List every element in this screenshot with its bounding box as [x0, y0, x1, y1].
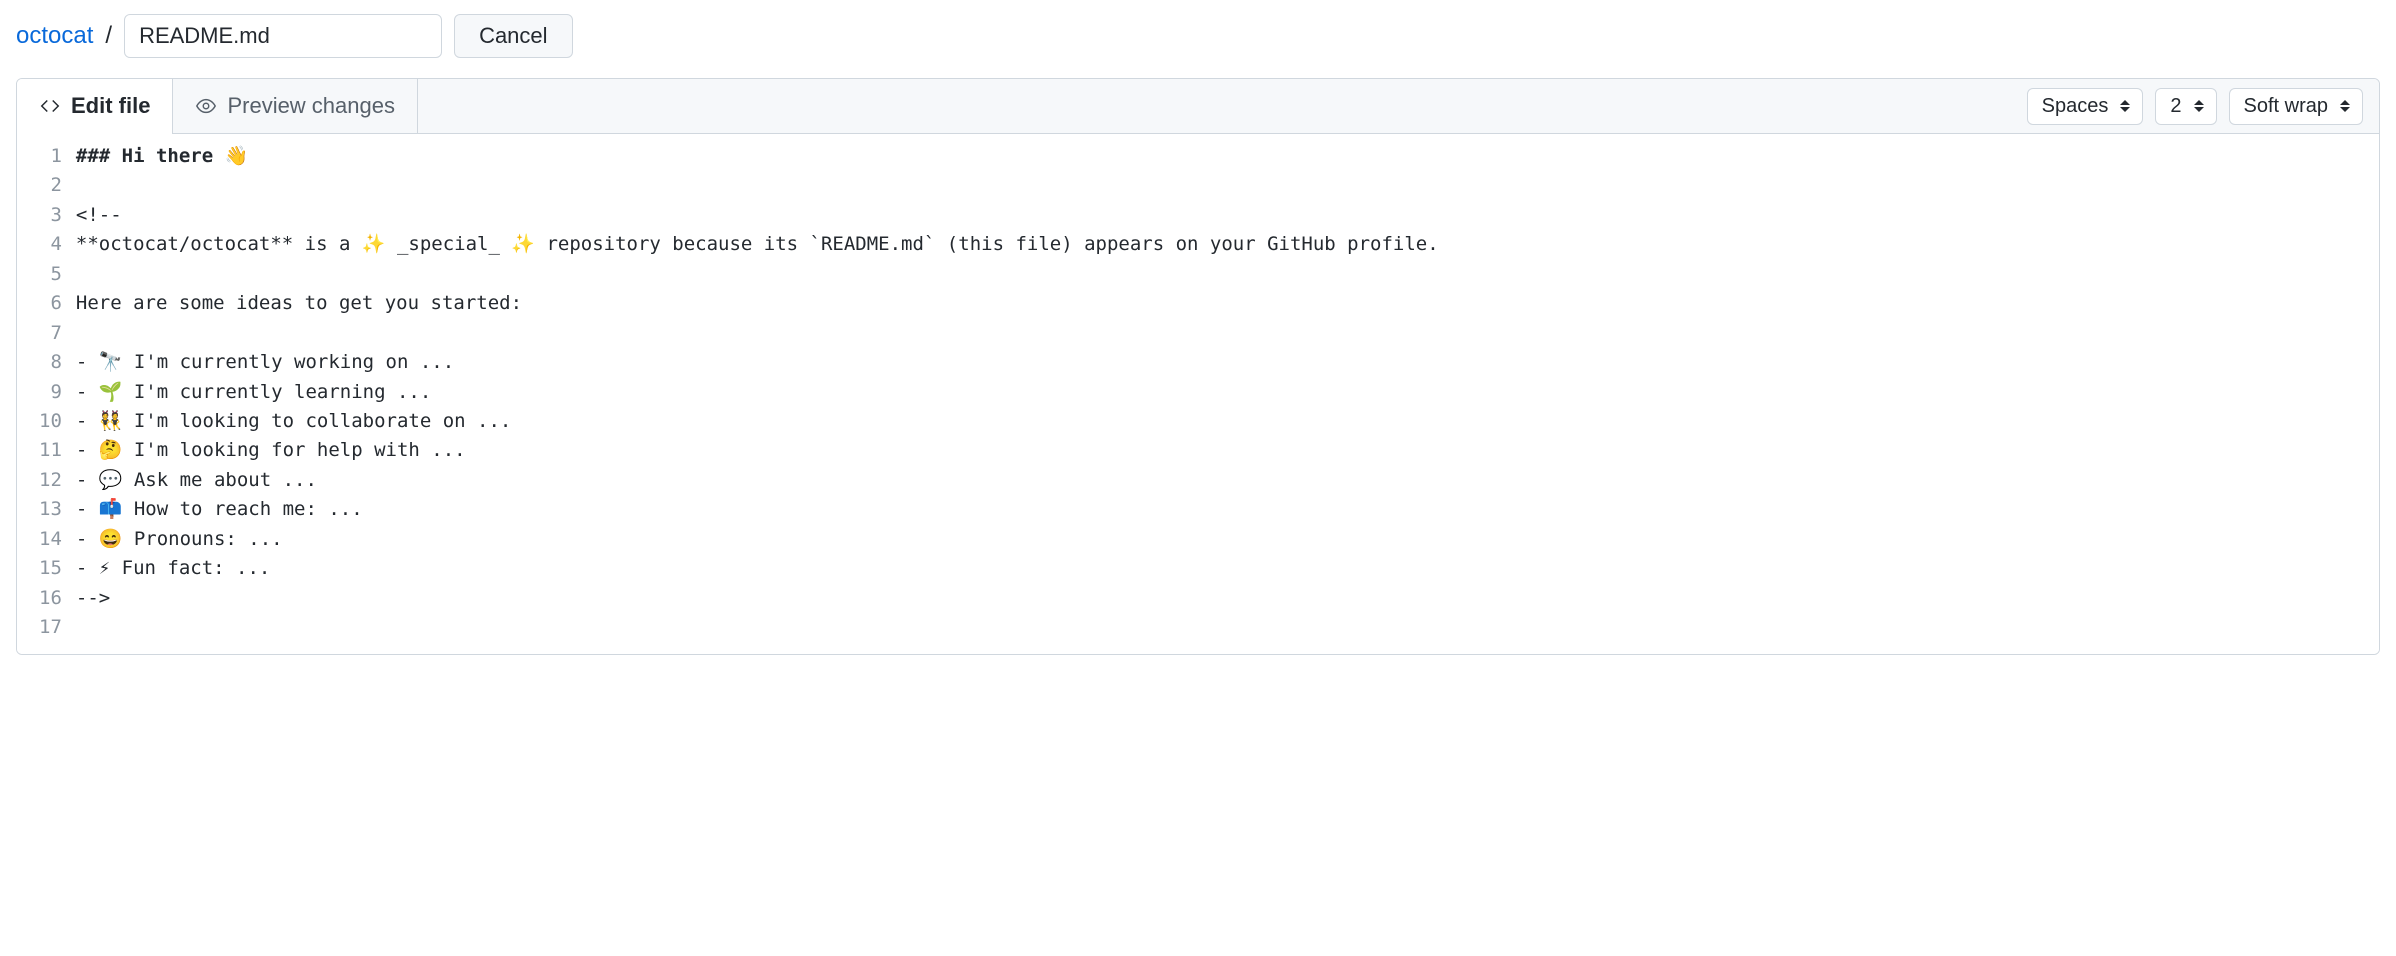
code-line[interactable]: - 🔭 I'm currently working on ... — [76, 348, 2369, 377]
line-number-gutter: 1234567891011121314151617 — [17, 142, 76, 654]
line-number: 6 — [39, 289, 62, 318]
line-number: 7 — [39, 319, 62, 348]
editor-toolbar: Spaces 2 Soft wrap — [2027, 88, 2363, 125]
line-number: 12 — [39, 466, 62, 495]
code-icon — [39, 95, 61, 117]
editor-panel: Edit file Preview changes Spaces 2 Soft … — [16, 78, 2380, 655]
line-number: 8 — [39, 348, 62, 377]
code-line[interactable] — [76, 260, 2369, 289]
code-line[interactable]: Here are some ideas to get you started: — [76, 289, 2369, 318]
line-number: 16 — [39, 584, 62, 613]
code-line[interactable]: --> — [76, 584, 2369, 613]
line-number: 14 — [39, 525, 62, 554]
line-number: 5 — [39, 260, 62, 289]
line-number: 9 — [39, 378, 62, 407]
line-number: 11 — [39, 436, 62, 465]
tab-edit-file[interactable]: Edit file — [17, 79, 173, 133]
indent-size-select[interactable]: 2 — [2155, 88, 2216, 125]
code-line[interactable]: - 🌱 I'm currently learning ... — [76, 378, 2369, 407]
code-line[interactable]: - 💬 Ask me about ... — [76, 466, 2369, 495]
indent-mode-value: Spaces — [2042, 95, 2109, 118]
line-number: 3 — [39, 201, 62, 230]
wrap-mode-select[interactable]: Soft wrap — [2229, 88, 2363, 125]
line-number: 13 — [39, 495, 62, 524]
tab-bar: Edit file Preview changes Spaces 2 Soft … — [17, 79, 2379, 134]
cancel-button[interactable]: Cancel — [454, 14, 572, 58]
code-line[interactable]: **octocat/octocat** is a ✨ _special_ ✨ r… — [76, 230, 2369, 259]
line-number: 1 — [39, 142, 62, 171]
line-number: 10 — [39, 407, 62, 436]
code-line[interactable]: - 👯 I'm looking to collaborate on ... — [76, 407, 2369, 436]
line-number: 2 — [39, 171, 62, 200]
code-line[interactable] — [76, 171, 2369, 200]
path-separator: / — [105, 22, 112, 50]
updown-icon — [2118, 96, 2132, 116]
repo-link[interactable]: octocat — [16, 22, 93, 50]
code-line[interactable]: <!-- — [76, 201, 2369, 230]
code-line[interactable] — [76, 319, 2369, 348]
code-line[interactable]: ### Hi there 👋 — [76, 142, 2369, 171]
line-number: 4 — [39, 230, 62, 259]
eye-icon — [195, 95, 217, 117]
line-number: 15 — [39, 554, 62, 583]
updown-icon — [2192, 96, 2206, 116]
tab-edit-label: Edit file — [71, 93, 150, 119]
code-lines[interactable]: ### Hi there 👋 <!--**octocat/octocat** is… — [76, 142, 2379, 654]
tab-preview-changes[interactable]: Preview changes — [173, 79, 418, 133]
tab-preview-label: Preview changes — [227, 93, 395, 119]
updown-icon — [2338, 96, 2352, 116]
wrap-mode-value: Soft wrap — [2244, 95, 2328, 118]
code-editor[interactable]: 1234567891011121314151617 ### Hi there 👋… — [17, 134, 2379, 654]
code-line[interactable]: - 🤔 I'm looking for help with ... — [76, 436, 2369, 465]
indent-size-value: 2 — [2170, 95, 2181, 118]
code-line[interactable]: - ⚡ Fun fact: ... — [76, 554, 2369, 583]
filename-input[interactable] — [124, 14, 442, 58]
code-line[interactable]: - 📫 How to reach me: ... — [76, 495, 2369, 524]
code-line[interactable] — [76, 613, 2369, 642]
breadcrumb: octocat / Cancel — [16, 14, 2380, 58]
line-number: 17 — [39, 613, 62, 642]
code-line[interactable]: - 😄 Pronouns: ... — [76, 525, 2369, 554]
indent-mode-select[interactable]: Spaces — [2027, 88, 2144, 125]
